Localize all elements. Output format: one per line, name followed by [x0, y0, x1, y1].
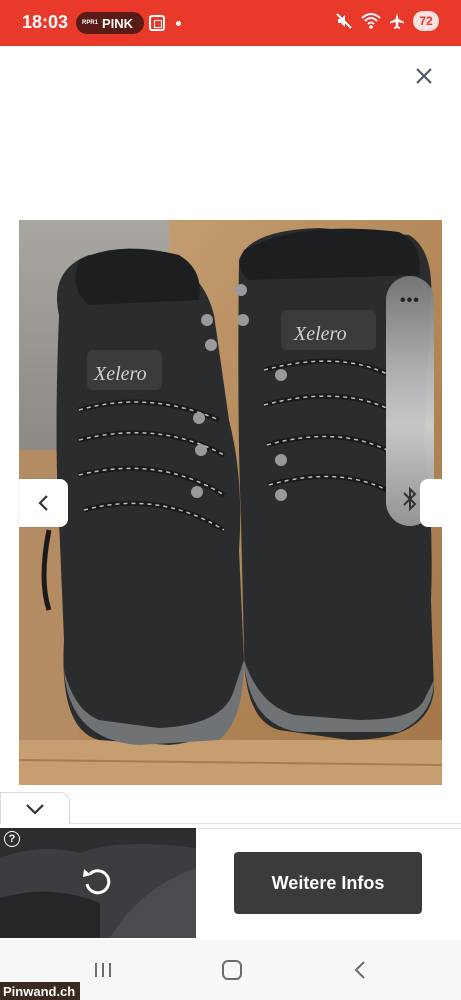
- screenshot-icon: [149, 15, 165, 31]
- close-icon[interactable]: [412, 64, 436, 88]
- radio-app-indicator: RPR1 PINK: [76, 12, 144, 34]
- radio-app-small-label: RPR1: [82, 20, 99, 26]
- ad-collapse-tab[interactable]: [0, 792, 70, 824]
- radio-app-label: PINK: [102, 15, 134, 31]
- status-bar: 18:03 RPR1 PINK 72: [0, 0, 461, 46]
- more-dots-icon[interactable]: •••: [400, 292, 420, 310]
- next-image-button[interactable]: [420, 479, 442, 527]
- ad-video[interactable]: ?: [0, 828, 196, 938]
- photo[interactable]: Xelero Xelero: [19, 220, 442, 785]
- back-icon[interactable]: [353, 960, 367, 980]
- home-icon[interactable]: [222, 960, 242, 980]
- mute-icon: [336, 13, 352, 29]
- brand-logo-left: Xelero: [93, 363, 147, 385]
- status-icons: 72: [335, 11, 439, 31]
- bluetooth-icon[interactable]: [399, 486, 421, 512]
- brand-logo-right: Xelero: [293, 323, 347, 345]
- ad-divider: [70, 823, 461, 824]
- watermark: Pinwand.ch: [0, 982, 80, 1000]
- chevron-down-icon: [26, 803, 44, 815]
- notification-dot-icon: [176, 21, 181, 26]
- wifi-icon: [361, 13, 381, 29]
- replay-icon[interactable]: [80, 864, 116, 900]
- battery-level: 72: [413, 11, 439, 31]
- airplane-mode-icon: [390, 13, 404, 29]
- recent-apps-icon[interactable]: [93, 962, 113, 978]
- ad-help-icon[interactable]: ?: [4, 831, 20, 847]
- previous-image-button[interactable]: [19, 479, 68, 527]
- status-time: 18:03: [22, 12, 69, 32]
- more-info-button[interactable]: Weitere Infos: [234, 852, 422, 914]
- chevron-left-icon: [37, 495, 48, 511]
